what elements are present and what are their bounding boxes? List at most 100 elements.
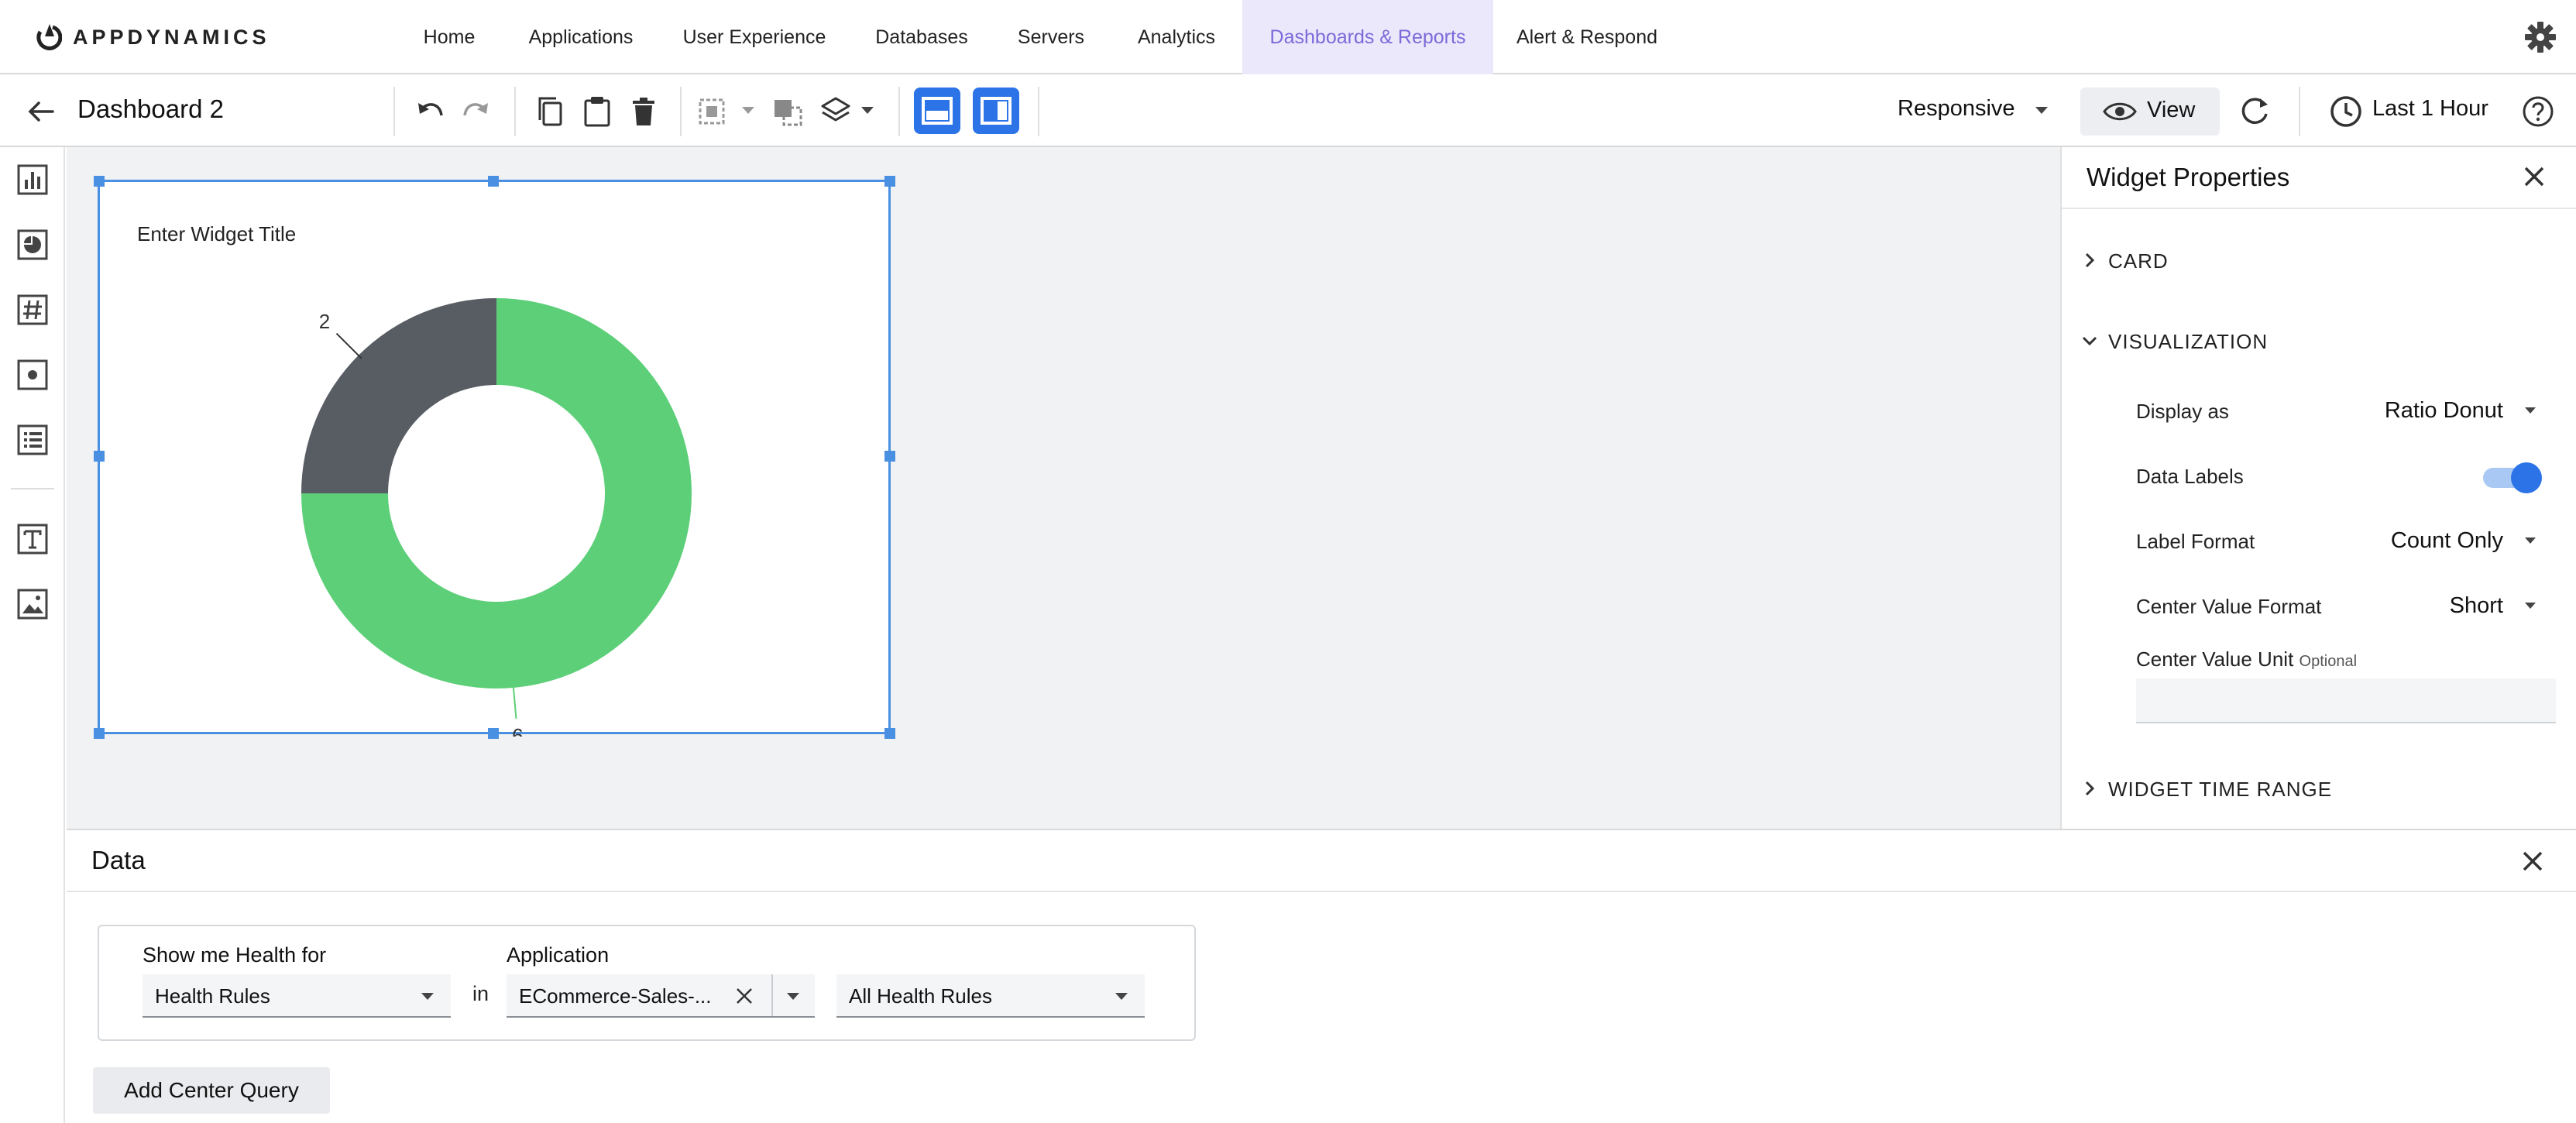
delete-trash-icon[interactable] [626,94,661,129]
optional-hint: Optional [2299,653,2358,670]
close-data-panel-icon[interactable] [2517,846,2548,877]
back-arrow-icon[interactable] [23,94,59,129]
display-as-caret[interactable] [2525,407,2536,414]
label-format-caret[interactable] [2525,537,2536,544]
ratio-donut-chart: 62 [301,298,692,737]
section-widget-time-range[interactable]: WIDGET TIME RANGE [2108,778,2332,802]
donut-data-label: 2 [319,310,330,333]
appdynamics-logo-icon [36,24,62,50]
resize-handle-bottom-left[interactable] [94,728,105,739]
clock-icon[interactable] [2328,94,2364,129]
properties-divider [2062,208,2576,209]
center-value-unit-text: Center Value Unit [2136,647,2294,671]
label-format-label: Label Format [2136,530,2255,553]
nav-servers[interactable]: Servers [1010,0,1092,74]
nav-alert-respond[interactable]: Alert & Respond [1510,0,1664,74]
time-range-selector[interactable]: Last 1 Hour [2372,96,2488,122]
appdynamics-logo[interactable]: APPDYNAMICS [34,22,270,53]
text-widget-icon[interactable] [15,522,50,556]
close-properties-icon[interactable] [2519,161,2550,192]
clear-selection-icon[interactable] [733,984,756,1008]
copy-icon[interactable] [533,94,568,129]
health-type-select[interactable]: Health Rules [143,974,451,1018]
nav-user-experience[interactable]: User Experience [677,0,832,74]
redo-icon[interactable] [459,94,494,129]
layout-mode-caret[interactable] [2035,107,2048,114]
layers-icon[interactable] [818,94,854,129]
undo-icon[interactable] [412,94,448,129]
donut-leader-line [512,682,517,719]
layout-fullwidth-icon [922,97,953,125]
center-value-format-label: Center Value Format [2136,595,2322,618]
data-panel-divider [67,891,2576,892]
metric-number-widget-icon[interactable] [15,293,50,327]
ungroup-widgets-icon[interactable] [770,94,805,129]
settings-gear-icon[interactable] [2523,20,2557,54]
chevron-right-icon[interactable] [2080,779,2099,798]
resize-handle-top-left[interactable] [94,176,105,187]
data-labels-label: Data Labels [2136,465,2244,488]
refresh-icon[interactable] [2237,94,2272,129]
data-panel-title: Data [91,846,146,874]
center-value-format-dropdown[interactable]: Short [2450,593,2503,619]
layout-fullwidth-button[interactable] [914,88,960,134]
chevron-down-icon[interactable] [2080,331,2099,350]
layout-sidepanel-button[interactable] [973,88,1019,134]
nav-analytics[interactable]: Analytics [1125,0,1228,74]
application-caret[interactable] [787,993,799,1000]
section-visualization[interactable]: VISUALIZATION [2108,330,2268,354]
chevron-right-icon[interactable] [2080,251,2099,270]
resize-handle-bottom-right[interactable] [884,728,895,739]
health-rules-caret [1115,993,1128,1000]
add-center-query-button[interactable]: Add Center Query [93,1067,330,1114]
health-query-box: Show me Health for Health Rules in Appli… [98,925,1196,1041]
donut-slice-2[interactable] [301,298,496,493]
show-me-health-label: Show me Health for [143,943,327,967]
image-widget-icon[interactable] [15,587,50,621]
display-as-dropdown[interactable]: Ratio Donut [2385,398,2503,424]
toolbar-divider [1038,87,1039,136]
eye-icon [2103,102,2137,121]
data-labels-toggle[interactable] [2482,462,2543,494]
nav-home[interactable]: Home [409,0,489,74]
resize-handle-bottom[interactable] [488,728,499,739]
health-type-value: Health Rules [155,984,270,1008]
dashboard-toolbar: Dashboard 2 Responsive View Last 1 Hour [0,76,2576,147]
layout-mode-dropdown[interactable]: Responsive [1898,96,2015,122]
center-value-unit-input[interactable] [2136,678,2556,723]
pie-chart-widget-icon[interactable] [15,228,50,262]
nav-applications[interactable]: Applications [520,0,641,74]
nav-databases[interactable]: Databases [867,0,976,74]
center-value-format-caret[interactable] [2525,603,2536,609]
nav-dashboards-reports[interactable]: Dashboards & Reports [1242,0,1493,74]
resize-handle-left[interactable] [94,451,105,462]
resize-handle-top-right[interactable] [884,176,895,187]
bar-chart-widget-icon[interactable] [15,163,50,197]
list-widget-icon[interactable] [15,423,50,457]
application-select[interactable]: ECommerce-Sales-... [507,974,815,1018]
properties-title: Widget Properties [2087,163,2290,191]
toolbar-divider [898,87,900,136]
label-format-dropdown[interactable]: Count Only [2391,528,2503,554]
view-label: View [2147,98,2196,122]
health-rules-select[interactable]: All Health Rules [836,974,1145,1018]
resize-handle-top[interactable] [488,176,499,187]
toolbar-divider [680,87,682,136]
ratio-donut-widget[interactable]: Enter Widget Title 62 [98,180,891,737]
application-value: ECommerce-Sales-... [519,984,712,1008]
section-card[interactable]: CARD [2108,249,2169,273]
paste-icon[interactable] [579,94,615,129]
group-dropdown-caret[interactable] [742,107,754,114]
health-status-widget-icon[interactable] [15,358,50,392]
layers-dropdown-caret[interactable] [861,107,874,114]
toolbar-divider [2299,87,2300,136]
help-icon[interactable] [2520,94,2556,129]
in-label: in [472,982,489,1005]
view-button[interactable]: View [2080,88,2220,136]
center-value-unit-label: Center Value Unit Optional [2136,647,2357,671]
group-widgets-icon[interactable] [696,94,731,129]
dashboard-title[interactable]: Dashboard 2 [77,94,224,124]
data-panel: Data Show me Health for Health Rules in … [67,829,2576,1123]
resize-handle-right[interactable] [884,451,895,462]
application-label: Application [507,943,610,967]
